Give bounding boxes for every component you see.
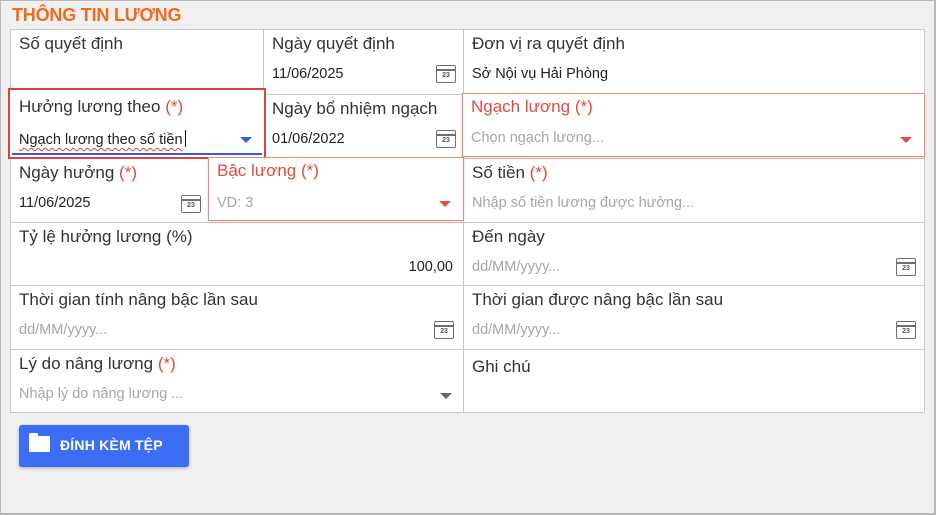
- section-title: THÔNG TIN LƯƠNG: [12, 5, 182, 25]
- input-tg-tinh-nang-bac[interactable]: dd/MM/yyyy...: [19, 322, 107, 338]
- folder-icon: [29, 433, 50, 452]
- field-den-ngay[interactable]: Đến ngày dd/MM/yyyy... 23: [463, 222, 924, 285]
- input-tg-duoc-nang-bac[interactable]: dd/MM/yyyy...: [472, 322, 560, 338]
- input-den-ngay[interactable]: dd/MM/yyyy...: [472, 259, 560, 275]
- calendar-icon[interactable]: 23: [181, 195, 201, 213]
- field-ghi-chu[interactable]: Ghi chú: [463, 349, 924, 412]
- field-ngach-luong[interactable]: Ngạch lương (*) Chọn ngạch lương...: [462, 93, 925, 157]
- calendar-icon[interactable]: 23: [896, 321, 916, 339]
- field-ly-do[interactable]: Lý do nâng lương (*) Nhập lý do nâng lươ…: [11, 349, 463, 412]
- field-ty-le[interactable]: Tỷ lệ hưởng lương (%) 100,00: [11, 222, 463, 285]
- calendar-icon[interactable]: 23: [436, 65, 456, 83]
- chevron-down-icon[interactable]: [440, 393, 452, 399]
- input-so-tien[interactable]: Nhập số tiền lương được hưởng...: [472, 195, 694, 211]
- chevron-down-icon[interactable]: [240, 137, 252, 143]
- field-tg-tinh-nang-bac[interactable]: Thời gian tính nâng bậc lần sau dd/MM/yy…: [11, 285, 463, 349]
- field-huong-luong-theo[interactable]: Hưởng lương theo (*) Ngạch lương theo số…: [8, 88, 266, 159]
- label-ngay-bo-nhiem: Ngày bổ nhiệm ngạch: [272, 99, 438, 118]
- input-don-vi[interactable]: Sở Nội vụ Hải Phòng: [472, 66, 608, 82]
- text-caret: [184, 130, 186, 147]
- label-ghi-chu: Ghi chú: [472, 357, 531, 376]
- label-ly-do: Lý do nâng lương (*): [19, 354, 176, 373]
- field-ngay-huong[interactable]: Ngày hưởng (*) 11/06/2025 23: [11, 158, 209, 222]
- field-ngay-quyet-dinh[interactable]: Ngày quyết định 11/06/2025 23: [263, 30, 463, 94]
- label-ngay-huong: Ngày hưởng (*): [19, 163, 137, 182]
- input-ngay-bo-nhiem[interactable]: 01/06/2022: [272, 131, 345, 147]
- input-ly-do[interactable]: Nhập lý do nâng lương ...: [19, 386, 183, 402]
- label-den-ngay: Đến ngày: [472, 227, 545, 246]
- input-ngay-huong[interactable]: 11/06/2025: [19, 195, 91, 211]
- field-so-tien[interactable]: Số tiền (*) Nhập số tiền lương được hưởn…: [463, 158, 924, 222]
- field-so-quyet-dinh[interactable]: Số quyết định: [11, 30, 263, 94]
- focus-underline: [12, 153, 262, 155]
- chevron-down-icon[interactable]: [900, 137, 912, 143]
- label-so-quyet-dinh: Số quyết định: [19, 34, 123, 53]
- field-don-vi[interactable]: Đơn vị ra quyết định Sở Nội vụ Hải Phòng: [463, 30, 924, 94]
- attach-file-button[interactable]: ĐÍNH KÈM TỆP: [19, 425, 189, 467]
- chevron-down-icon[interactable]: [439, 201, 451, 207]
- label-ngay-quyet-dinh: Ngày quyết định: [272, 34, 395, 53]
- label-huong-luong-theo: Hưởng lương theo (*): [19, 97, 184, 116]
- input-huong-luong-theo[interactable]: Ngạch lương theo số tiền: [19, 130, 186, 148]
- field-bac-luong[interactable]: Bậc lương (*) VD: 3: [208, 157, 464, 221]
- label-tg-duoc-nang-bac: Thời gian được nâng bậc lần sau: [472, 290, 724, 309]
- field-tg-duoc-nang-bac[interactable]: Thời gian được nâng bậc lần sau dd/MM/yy…: [463, 285, 924, 349]
- label-so-tien: Số tiền (*): [472, 163, 548, 182]
- input-ngach-luong[interactable]: Chọn ngạch lương...: [471, 130, 604, 146]
- label-tg-tinh-nang-bac: Thời gian tính nâng bậc lần sau: [19, 290, 258, 309]
- calendar-icon[interactable]: 23: [896, 258, 916, 276]
- calendar-icon[interactable]: 23: [436, 130, 456, 148]
- label-ngach-luong: Ngạch lương (*): [471, 97, 593, 116]
- input-ngay-quyet-dinh[interactable]: 11/06/2025: [272, 66, 344, 82]
- field-ngay-bo-nhiem[interactable]: Ngày bổ nhiệm ngạch 01/06/2022 23: [263, 94, 463, 158]
- input-ty-le[interactable]: 100,00: [409, 259, 453, 275]
- label-ty-le: Tỷ lệ hưởng lương (%): [19, 227, 193, 246]
- salary-form: Số quyết định Ngày quyết định 11/06/2025…: [10, 29, 925, 413]
- label-bac-luong: Bậc lương (*): [217, 161, 319, 180]
- calendar-icon[interactable]: 23: [434, 321, 454, 339]
- label-don-vi: Đơn vị ra quyết định: [472, 34, 625, 53]
- input-bac-luong[interactable]: VD: 3: [217, 195, 253, 211]
- window-frame: THÔNG TIN LƯƠNG Số quyết định Ngày quyết…: [0, 0, 936, 515]
